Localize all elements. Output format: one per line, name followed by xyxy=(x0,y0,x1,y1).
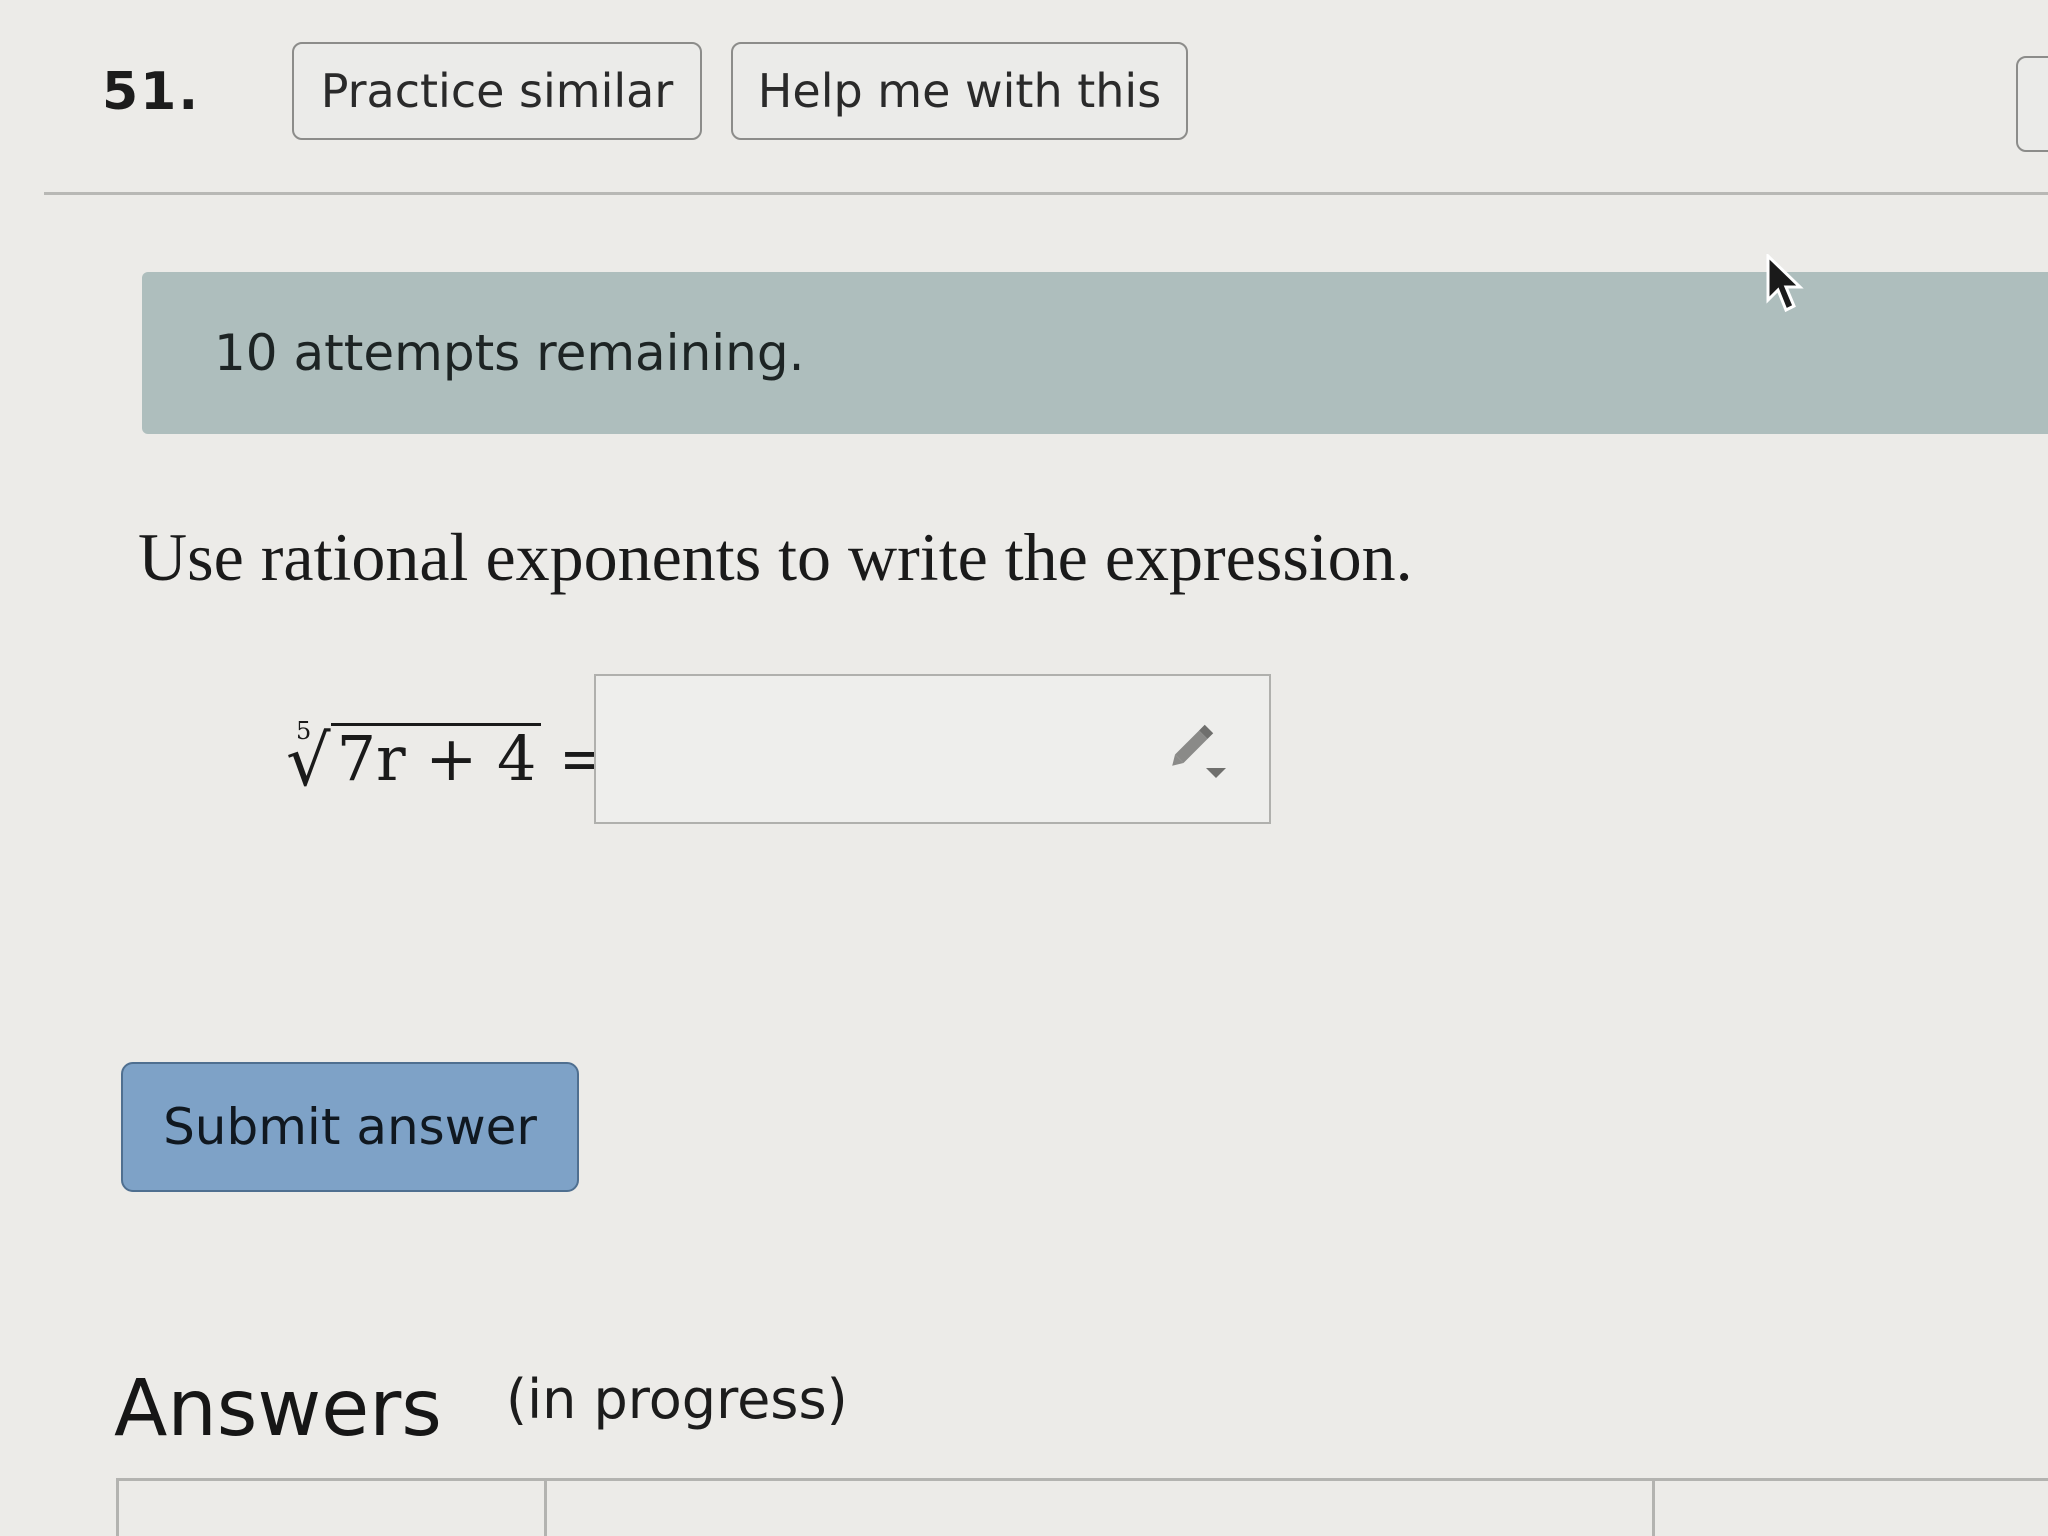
answers-status: (in progress) xyxy=(506,1368,848,1431)
practice-similar-button[interactable]: Practice similar xyxy=(292,42,702,140)
pencil-dropdown-icon[interactable] xyxy=(1162,716,1232,782)
header-divider xyxy=(44,192,2048,195)
edge-control-button[interactable] xyxy=(2016,56,2048,152)
root-index: 5 xyxy=(296,717,312,745)
submit-answer-button[interactable]: Submit answer xyxy=(121,1062,579,1192)
question-number: 51. xyxy=(102,62,201,122)
answers-table-cell-border xyxy=(116,1481,119,1536)
question-prompt: Use rational exponents to write the expr… xyxy=(138,519,1413,595)
math-expression: 5 √ 7r + 4 = xyxy=(282,706,610,796)
answers-table xyxy=(116,1478,2048,1536)
answers-table-cell-border xyxy=(544,1481,547,1536)
attempts-text: 10 attempts remaining. xyxy=(214,324,805,382)
radical: 5 √ 7r + 4 xyxy=(282,717,541,796)
answers-table-cell-border xyxy=(1652,1481,1655,1536)
radicand: 7r + 4 xyxy=(330,723,541,790)
help-me-button[interactable]: Help me with this xyxy=(731,42,1188,140)
attempts-banner: 10 attempts remaining. xyxy=(142,272,2048,434)
answers-heading: Answers xyxy=(114,1364,442,1454)
arrow-cursor-icon xyxy=(1766,254,1804,313)
